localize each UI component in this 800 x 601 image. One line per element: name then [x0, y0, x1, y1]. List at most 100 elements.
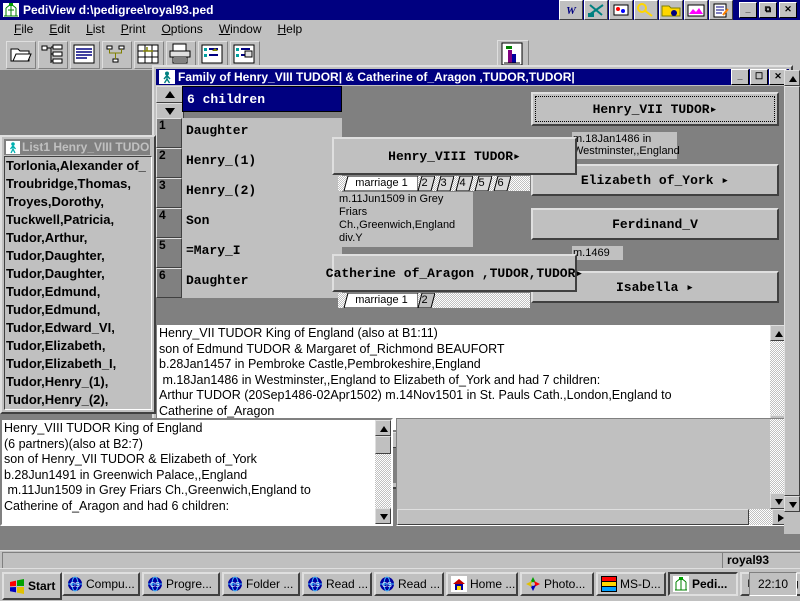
taskbar-item-read-2[interactable]: CS Read ...	[374, 572, 444, 596]
document-lines-icon[interactable]	[70, 41, 100, 69]
list-item[interactable]: Tudor,Elizabeth,	[5, 337, 151, 355]
child-name[interactable]: =Mary_I	[182, 238, 342, 268]
child-name[interactable]: Daughter	[182, 118, 342, 148]
menu-list[interactable]: List	[78, 21, 113, 37]
menu-print[interactable]: Print	[113, 21, 154, 37]
list-item[interactable]: Tuckwell,Patricia,	[5, 211, 151, 229]
scroll-down-button[interactable]	[375, 508, 391, 524]
person-detail-window[interactable]: Henry_VIII TUDOR King of England (6 part…	[0, 418, 393, 526]
child-row-3[interactable]: 3 Henry_(2)	[156, 178, 342, 208]
pedigree-chart-icon[interactable]	[102, 41, 132, 69]
list-item[interactable]: Troubridge,Thomas,	[5, 175, 151, 193]
list-item[interactable]: Tudor,Edmund,	[5, 283, 151, 301]
child-row-5[interactable]: 5 =Mary_I	[156, 238, 342, 268]
taskbar-item-folder[interactable]: CS Folder ...	[222, 572, 300, 596]
scroll-up-button[interactable]	[375, 420, 391, 436]
family-minimize-button[interactable]: _	[731, 69, 749, 85]
mdi-scroll-thumb[interactable]	[784, 86, 800, 496]
child-name[interactable]: Daughter	[182, 268, 342, 298]
start-button[interactable]: Start	[2, 572, 63, 600]
notes-icon[interactable]	[709, 0, 733, 20]
marriage-tab-5[interactable]: 5	[471, 176, 492, 191]
close-button[interactable]: ✕	[779, 2, 797, 18]
child-row-2[interactable]: 2 Henry_(1)	[156, 148, 342, 178]
list-item[interactable]: Tudor,Elizabeth_I,	[5, 355, 151, 373]
menu-bar[interactable]: File Edit List Print Options Window Help	[0, 20, 800, 38]
spouse-father-box[interactable]: Ferdinand_V	[531, 208, 779, 240]
list-item[interactable]: Tudor,Henry_VII,	[5, 409, 151, 410]
menu-edit[interactable]: Edit	[41, 21, 78, 37]
taskbar-item-read-1[interactable]: CS Read ...	[302, 572, 372, 596]
menu-options[interactable]: Options	[153, 21, 210, 37]
keys-icon[interactable]	[634, 0, 658, 20]
taskbar-item-compu[interactable]: CS Compu...	[62, 572, 140, 596]
family-detail-text-pane[interactable]: Henry_VII TUDOR King of England (also at…	[156, 324, 787, 430]
pedigree-tree-icon	[673, 576, 689, 592]
list-item[interactable]: Tudor,Edmund,	[5, 301, 151, 319]
list-item[interactable]: Tudor,Daughter,	[5, 265, 151, 283]
minimize-button[interactable]: _	[739, 2, 757, 18]
children-spinner[interactable]	[156, 86, 184, 120]
menu-window[interactable]: Window	[211, 21, 270, 37]
child-row-4[interactable]: 4 Son	[156, 208, 342, 238]
list-item[interactable]: Tudor,Edward_VI,	[5, 319, 151, 337]
subject-person-box[interactable]: Henry_VIII TUDOR▸	[332, 137, 577, 175]
scroll-thumb[interactable]	[375, 436, 391, 454]
list-item[interactable]: Tudor,Arthur,	[5, 229, 151, 247]
father-box[interactable]: Henry_VII TUDOR▸	[531, 92, 779, 126]
word-icon[interactable]: W	[559, 0, 583, 20]
menu-help[interactable]: Help	[270, 21, 311, 37]
children-scroll-up-button[interactable]	[156, 86, 184, 103]
restore-button[interactable]: ⧉	[759, 2, 777, 18]
list-item[interactable]: Troyes,Dorothy,	[5, 193, 151, 211]
list-item[interactable]: Tudor,Henry_(2),	[5, 391, 151, 409]
open-file-icon[interactable]	[6, 41, 36, 69]
start-button-label: Start	[28, 579, 56, 593]
taskbar-item-progre[interactable]: CS Progre...	[142, 572, 220, 596]
list-window-title-bar: List1 Henry_VIII TUDO(	[4, 139, 150, 155]
scroll-track[interactable]	[375, 454, 391, 508]
list-window-body[interactable]: Torlonia,Alexander of_ Troubridge,Thomas…	[4, 156, 152, 410]
titlebar-icon-group[interactable]: W	[559, 0, 733, 20]
taskbar-clock[interactable]: 22:10	[749, 572, 797, 596]
spouse-marriage-tab-2[interactable]: 2	[414, 293, 435, 308]
main-title-bar: PediView d:\pedigree\royal93.ped W _ ⧉ ✕	[0, 0, 800, 20]
spouse-marriage-tabs[interactable]: marriage 1 2	[338, 293, 530, 308]
taskbar-item-msdos[interactable]: MS-D...	[596, 572, 666, 596]
spouse-marriage-tab-label: marriage 1	[355, 294, 408, 306]
marriage-tab-3[interactable]: 3	[433, 176, 454, 191]
marriage-tab-active[interactable]: marriage 1	[340, 176, 418, 191]
folder-binoculars-icon[interactable]	[659, 0, 683, 20]
mdi-scroll-up-button[interactable]	[784, 70, 800, 86]
taskbar-item-pediview[interactable]: Pedi...	[668, 572, 738, 596]
photo-icon[interactable]	[684, 0, 708, 20]
svg-text:CS: CS	[70, 582, 80, 589]
family-maximize-button[interactable]: ☐	[750, 69, 768, 85]
window-controls[interactable]: _ ⧉ ✕	[739, 2, 797, 18]
child-name[interactable]: Son	[182, 208, 342, 238]
empty-pane-hscrollbar[interactable]	[397, 509, 786, 525]
child-row-6[interactable]: 6 Daughter	[156, 268, 342, 298]
marriage-tab-6[interactable]: 6	[490, 176, 511, 191]
mdi-scroll-down-button[interactable]	[784, 496, 800, 512]
spouse-box[interactable]: Catherine of_Aragon ,TUDOR,TUDOR▸	[326, 254, 583, 292]
spouse-marriage-tab-active[interactable]: marriage 1	[340, 293, 418, 308]
hscroll-thumb[interactable]	[397, 509, 749, 525]
list-item[interactable]: Torlonia,Alexander of_	[5, 157, 151, 175]
list-item[interactable]: Tudor,Daughter,	[5, 247, 151, 265]
child-name[interactable]: Henry_(2)	[182, 178, 342, 208]
paint-icon[interactable]	[609, 0, 633, 20]
marriage-tab-2[interactable]: 2	[414, 176, 435, 191]
mdi-vscrollbar[interactable]	[784, 70, 800, 534]
list-item[interactable]: Tudor,Henry_(1),	[5, 373, 151, 391]
marriage-tab-4[interactable]: 4	[452, 176, 473, 191]
subject-marriage-tabs[interactable]: marriage 1 2 3 4 5 6	[338, 176, 530, 191]
menu-file[interactable]: File	[6, 21, 41, 37]
taskbar-item-photo[interactable]: Photo...	[520, 572, 594, 596]
taskbar-item-home[interactable]: Home ...	[446, 572, 518, 596]
person-detail-vscrollbar[interactable]	[375, 420, 391, 524]
excel-icon[interactable]	[584, 0, 608, 20]
tree-list-icon[interactable]	[38, 41, 68, 69]
child-row-1[interactable]: 1 Daughter	[156, 118, 342, 148]
child-name[interactable]: Henry_(1)	[182, 148, 342, 178]
